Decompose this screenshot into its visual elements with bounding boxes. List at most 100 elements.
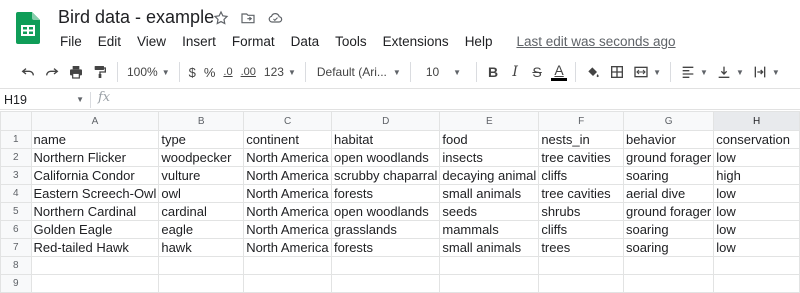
cell[interactable]: forests bbox=[331, 238, 441, 257]
name-box[interactable]: H19 ▼ bbox=[4, 91, 84, 109]
row-header[interactable]: 6 bbox=[0, 220, 32, 239]
cell[interactable] bbox=[243, 256, 333, 275]
zoom-select[interactable]: 100% ▼ bbox=[123, 60, 174, 84]
cell[interactable] bbox=[538, 256, 624, 275]
cell[interactable]: trees bbox=[538, 238, 624, 257]
menu-help[interactable]: Help bbox=[457, 32, 501, 52]
menu-tools[interactable]: Tools bbox=[327, 32, 375, 52]
cell[interactable]: aerial dive bbox=[622, 184, 715, 203]
cell[interactable] bbox=[439, 274, 540, 293]
select-all-corner[interactable] bbox=[0, 111, 32, 131]
merge-cells-icon[interactable]: ▼ bbox=[629, 60, 665, 84]
cell[interactable]: nests_in bbox=[538, 130, 624, 149]
undo-icon[interactable] bbox=[16, 60, 40, 84]
cell[interactable]: low bbox=[713, 238, 800, 257]
cell[interactable]: conservation bbox=[713, 130, 800, 149]
last-edit-link[interactable]: Last edit was seconds ago bbox=[508, 32, 683, 52]
column-header[interactable]: B bbox=[158, 111, 245, 131]
cell[interactable] bbox=[30, 274, 160, 293]
print-icon[interactable] bbox=[64, 60, 88, 84]
column-header[interactable]: A bbox=[30, 111, 160, 131]
cell[interactable]: ground forager bbox=[622, 202, 715, 221]
cell[interactable]: North America bbox=[243, 202, 333, 221]
cell[interactable]: type bbox=[158, 130, 245, 149]
cell[interactable]: grasslands bbox=[331, 220, 441, 239]
cell[interactable]: soaring bbox=[622, 238, 715, 257]
cell[interactable] bbox=[538, 274, 624, 293]
cell[interactable]: cardinal bbox=[158, 202, 245, 221]
cell[interactable]: small animals bbox=[439, 238, 540, 257]
menu-extensions[interactable]: Extensions bbox=[375, 32, 457, 52]
cell[interactable]: ground forager bbox=[622, 148, 715, 167]
cloud-saved-icon[interactable] bbox=[266, 9, 284, 27]
move-to-folder-icon[interactable] bbox=[239, 9, 257, 27]
cell[interactable]: North America bbox=[243, 184, 333, 203]
cell[interactable] bbox=[713, 274, 800, 293]
percent-format-button[interactable]: % bbox=[200, 60, 220, 84]
cell[interactable]: North America bbox=[243, 166, 333, 185]
menu-view[interactable]: View bbox=[129, 32, 174, 52]
cell[interactable]: Red-tailed Hawk bbox=[30, 238, 160, 257]
cell[interactable]: hawk bbox=[158, 238, 245, 257]
cell[interactable] bbox=[243, 274, 333, 293]
text-color-button[interactable]: A bbox=[548, 60, 570, 84]
cell[interactable]: shrubs bbox=[538, 202, 624, 221]
cell[interactable]: seeds bbox=[439, 202, 540, 221]
cell[interactable]: habitat bbox=[331, 130, 441, 149]
paint-format-icon[interactable] bbox=[88, 60, 112, 84]
column-header[interactable]: E bbox=[439, 111, 540, 131]
cell[interactable]: low bbox=[713, 220, 800, 239]
vertical-align-icon[interactable]: ▼ bbox=[712, 60, 748, 84]
cell[interactable] bbox=[158, 256, 245, 275]
cell[interactable]: insects bbox=[439, 148, 540, 167]
cell[interactable]: cliffs bbox=[538, 220, 624, 239]
cell[interactable]: eagle bbox=[158, 220, 245, 239]
increase-decimal-button[interactable]: .00 bbox=[237, 60, 260, 84]
cell[interactable]: California Condor bbox=[30, 166, 160, 185]
cell[interactable]: name bbox=[30, 130, 160, 149]
cell[interactable]: mammals bbox=[439, 220, 540, 239]
strikethrough-button[interactable]: S bbox=[526, 60, 548, 84]
row-header[interactable]: 9 bbox=[0, 274, 32, 293]
cell[interactable]: soaring bbox=[622, 166, 715, 185]
cell[interactable]: Northern Flicker bbox=[30, 148, 160, 167]
cell[interactable]: small animals bbox=[439, 184, 540, 203]
font-size-select[interactable]: 10 ▼ bbox=[416, 60, 471, 84]
row-header[interactable]: 2 bbox=[0, 148, 32, 167]
cell[interactable]: Golden Eagle bbox=[30, 220, 160, 239]
cell[interactable] bbox=[622, 256, 715, 275]
row-header[interactable]: 7 bbox=[0, 238, 32, 257]
cell[interactable]: Northern Cardinal bbox=[30, 202, 160, 221]
cell[interactable]: high bbox=[713, 166, 800, 185]
horizontal-align-icon[interactable]: ▼ bbox=[676, 60, 712, 84]
redo-icon[interactable] bbox=[40, 60, 64, 84]
cell[interactable]: woodpecker bbox=[158, 148, 245, 167]
font-family-select[interactable]: Default (Ari... ▼ bbox=[311, 60, 405, 84]
column-header[interactable]: C bbox=[243, 111, 333, 131]
row-header[interactable]: 4 bbox=[0, 184, 32, 203]
cell[interactable]: tree cavities bbox=[538, 148, 624, 167]
cell[interactable]: behavior bbox=[622, 130, 715, 149]
cell[interactable]: food bbox=[439, 130, 540, 149]
text-wrapping-icon[interactable]: ▼ bbox=[748, 60, 784, 84]
cell[interactable] bbox=[331, 274, 441, 293]
cell[interactable]: low bbox=[713, 148, 800, 167]
menu-insert[interactable]: Insert bbox=[174, 32, 224, 52]
borders-icon[interactable] bbox=[605, 60, 629, 84]
sheets-logo-icon[interactable] bbox=[16, 12, 40, 44]
column-header[interactable]: D bbox=[331, 111, 441, 131]
cell[interactable] bbox=[158, 274, 245, 293]
column-header[interactable]: G bbox=[622, 111, 715, 131]
menu-edit[interactable]: Edit bbox=[90, 32, 129, 52]
cell[interactable]: Eastern Screech-Owl bbox=[30, 184, 160, 203]
cell[interactable] bbox=[713, 256, 800, 275]
cell[interactable]: scrubby chaparral bbox=[331, 166, 441, 185]
more-formats-button[interactable]: 123 ▼ bbox=[260, 60, 300, 84]
cell[interactable]: forests bbox=[331, 184, 441, 203]
row-header[interactable]: 1 bbox=[0, 130, 32, 149]
cell[interactable]: tree cavities bbox=[538, 184, 624, 203]
bold-button[interactable]: B bbox=[482, 60, 504, 84]
cell[interactable]: North America bbox=[243, 148, 333, 167]
star-icon[interactable] bbox=[212, 9, 230, 27]
decrease-decimal-button[interactable]: .0 bbox=[219, 60, 236, 84]
